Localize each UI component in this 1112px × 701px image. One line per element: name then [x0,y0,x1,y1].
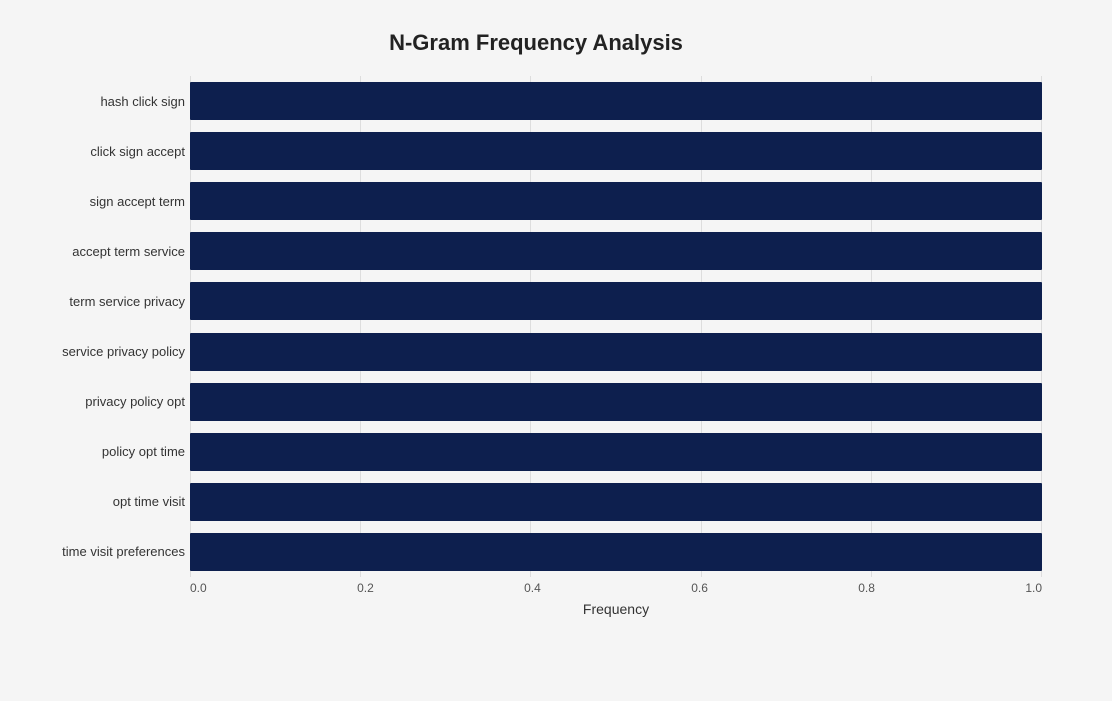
bars-section: hash click signclick sign acceptsign acc… [20,76,1052,577]
bar-track [190,82,1042,120]
x-tick: 1.0 [1025,581,1042,595]
x-tick: 0.6 [691,581,708,595]
bar-track [190,232,1042,270]
x-axis: 0.0 0.2 0.4 0.6 0.8 1.0 Frequency [20,581,1052,617]
bar-fill [190,433,1042,471]
x-ticks: 0.0 0.2 0.4 0.6 0.8 1.0 [190,581,1042,595]
bar-track [190,433,1042,471]
bar-label: hash click sign [20,94,185,109]
bar-label: click sign accept [20,144,185,159]
chart-container: N-Gram Frequency Analysis hash click sig… [0,0,1112,701]
bar-track [190,282,1042,320]
bar-fill [190,132,1042,170]
bar-fill [190,333,1042,371]
bar-row: service privacy policy [190,326,1042,376]
bar-row: opt time visit [190,477,1042,527]
bar-fill [190,282,1042,320]
x-axis-label: Frequency [190,601,1042,617]
bar-row: accept term service [190,226,1042,276]
bar-row: policy opt time [190,427,1042,477]
bar-fill [190,383,1042,421]
bar-label: opt time visit [20,494,185,509]
bar-label: accept term service [20,244,185,259]
bar-fill [190,232,1042,270]
bar-label: privacy policy opt [20,394,185,409]
bar-row: term service privacy [190,276,1042,326]
x-tick: 0.4 [524,581,541,595]
x-tick: 0.2 [357,581,374,595]
bar-row: sign accept term [190,176,1042,226]
bar-label: time visit preferences [20,544,185,559]
bar-track [190,533,1042,571]
bar-track [190,383,1042,421]
bar-label: sign accept term [20,194,185,209]
bar-row: click sign accept [190,126,1042,176]
bar-label: term service privacy [20,294,185,309]
x-tick: 0.8 [858,581,875,595]
bar-fill [190,182,1042,220]
bar-row: hash click sign [190,76,1042,126]
bar-label: policy opt time [20,444,185,459]
bar-fill [190,533,1042,571]
bar-track [190,182,1042,220]
bar-label: service privacy policy [20,344,185,359]
bar-track [190,333,1042,371]
chart-title: N-Gram Frequency Analysis [20,20,1052,56]
chart-area: hash click signclick sign acceptsign acc… [20,76,1052,617]
bar-track [190,132,1042,170]
bar-track [190,483,1042,521]
bar-fill [190,82,1042,120]
bar-fill [190,483,1042,521]
bar-row: privacy policy opt [190,377,1042,427]
bar-row: time visit preferences [190,527,1042,577]
x-tick: 0.0 [190,581,207,595]
